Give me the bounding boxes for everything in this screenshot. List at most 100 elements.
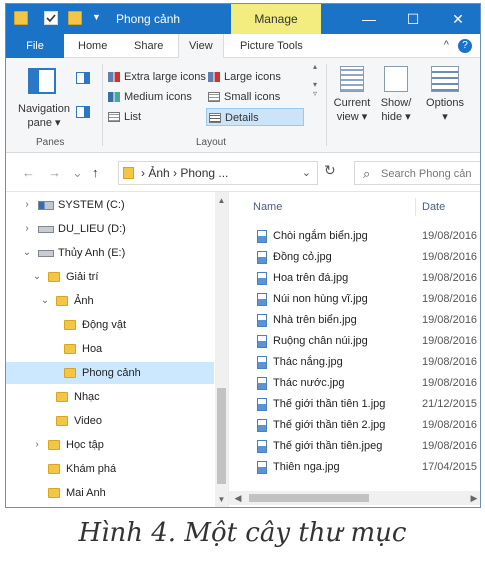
file-row[interactable]: Thác nước.jpg 19/08/2016 [229,373,480,394]
scroll-up-icon[interactable]: ▲ [215,194,228,208]
layout-scroll-icon[interactable]: ▴ ▾ ▿ [310,62,320,124]
tree-item-mai-anh[interactable]: Mai Anh [6,482,214,504]
tab-picture-tools[interactable]: Picture Tools [230,34,313,58]
options-button[interactable]: Options ▾ [420,66,470,124]
tree-item-hoc-tap[interactable]: › Học tập [6,434,214,456]
folder-icon [48,440,60,450]
layout-list[interactable]: List [106,108,141,126]
file-list-scrollbar[interactable]: ◀ ▶ [229,491,480,505]
tree-item-video[interactable]: Video [6,410,214,432]
tab-home[interactable]: Home [68,34,117,58]
scroll-thumb[interactable] [217,388,226,484]
chevron-right-icon[interactable]: › [32,434,42,456]
options-label: Options [426,97,464,109]
path-field[interactable]: › Ảnh › Phong ... ⌄ [118,161,318,185]
scroll-down-icon[interactable]: ▼ [215,493,228,507]
help-icon[interactable]: ? [458,39,472,53]
file-row[interactable]: Chòi ngắm biển.jpg 19/08/2016 [229,226,480,247]
chevron-down-icon[interactable]: ⌄ [302,166,311,179]
chevron-right-icon[interactable]: › [22,218,32,240]
layout-large-icons[interactable]: Large icons [206,68,281,86]
collapse-ribbon-button[interactable]: ^ [444,39,449,51]
file-row[interactable]: Thế giới thần tiên 1.jpg 21/12/2015 [229,394,480,415]
tree-item-thuy-anh-e[interactable]: ⌄ Thủy Anh (E:) [6,242,214,264]
large-icons-icon [208,72,220,82]
file-name: Ruộng chân núi.jpg [273,335,368,347]
tab-view[interactable]: View [178,34,224,58]
file-row[interactable]: Thế giới thần tiên.jpeg 19/08/2016 [229,436,480,457]
current-view-button[interactable]: Current view ▾ [330,66,374,124]
tree-item-anh[interactable]: ⌄ Ảnh [6,290,214,312]
tree-item-nhac[interactable]: Nhạc [6,386,214,408]
minimize-button[interactable]: — [347,4,391,34]
tab-manage[interactable]: Manage [231,4,321,34]
file-row[interactable]: Thác nắng.jpg 19/08/2016 [229,352,480,373]
scroll-right-icon[interactable]: ▶ [467,491,480,505]
layout-group-label: Layout [196,137,227,148]
folder-icon [64,344,76,354]
chevron-down-icon[interactable]: ⌄ [40,290,50,312]
forward-button[interactable]: → [48,165,61,180]
tree-item-du-lieu-d[interactable]: › DU_LIEU (D:) [6,218,214,240]
new-folder-icon[interactable] [68,11,82,25]
file-date: 19/08/2016 [422,314,478,326]
file-row[interactable]: Đồng cỏ.jpg 19/08/2016 [229,247,480,268]
tab-share[interactable]: Share [124,34,173,58]
search-input[interactable] [381,165,480,182]
properties-check-icon[interactable] [44,11,58,25]
chevron-down-icon[interactable]: ⌄ [22,242,32,264]
options-arrow-icon: ▾ [442,111,448,123]
tree-item-hoa[interactable]: Hoa [6,338,214,360]
current-view-label: Current view ▾ [333,97,371,123]
preview-pane-icon[interactable] [76,72,90,84]
navigation-pane-button[interactable]: Navigation pane ▾ [14,102,74,130]
file-date: 19/08/2016 [422,293,478,305]
tree-item-kham-pha[interactable]: Khám phá [6,458,214,480]
tree-item-label: Giải trí [66,271,99,283]
tree-item-system-c[interactable]: › SYSTEM (C:) [6,194,214,216]
layout-extra-large-icons[interactable]: Extra large icons [106,68,206,86]
file-row[interactable]: Núi non hùng vĩ.jpg 19/08/2016 [229,289,480,310]
breadcrumb[interactable]: › Ảnh › Phong ... [141,166,228,180]
recent-locations-button[interactable]: ⌄ [72,165,83,181]
layout-small-icons[interactable]: Small icons [206,88,280,106]
file-row[interactable]: Thiên nga.jpg 17/04/2015 [229,457,480,478]
column-header-name[interactable]: Name [253,196,282,218]
navigation-scrollbar[interactable]: ▲ ▼ [215,192,228,507]
maximize-button[interactable]: ☐ [391,4,435,34]
file-list: Name Date Chòi ngắm biển.jpg 19/08/2016 … [228,192,480,507]
customize-toolbar-arrow-icon[interactable]: ▼ [92,12,101,22]
scroll-thumb[interactable] [249,494,369,502]
file-row[interactable]: Thế giới thần tiên 2.jpg 19/08/2016 [229,415,480,436]
layout-medium-icons[interactable]: Medium icons [106,88,192,106]
column-divider[interactable] [415,198,416,216]
ribbon-view: Navigation pane ▾ Panes Extra large icon… [6,58,480,153]
chevron-down-icon[interactable]: ⌄ [32,266,42,288]
show-hide-button[interactable]: Show/ hide ▾ [374,66,418,124]
up-button[interactable]: ↑ [92,165,99,180]
refresh-button[interactable]: ↻ [324,162,336,179]
tree-item-dong-vat[interactable]: Động vật [6,314,214,336]
column-header-date[interactable]: Date [422,196,445,218]
details-pane-icon[interactable] [76,106,90,118]
tree-item-giai-tri[interactable]: ⌄ Giải trí [6,266,214,288]
file-row[interactable]: Nhà trên biển.jpg 19/08/2016 [229,310,480,331]
tab-file[interactable]: File [6,34,64,58]
layout-label: Extra large icons [124,71,206,83]
scroll-left-icon[interactable]: ◀ [231,491,245,505]
show-hide-label: Show/ hide ▾ [380,97,412,123]
extra-large-icons-icon [108,72,120,82]
chevron-right-icon[interactable]: › [22,194,32,216]
file-row[interactable]: Hoa trên đá.jpg 19/08/2016 [229,268,480,289]
image-file-icon [257,440,267,453]
back-button[interactable]: ← [22,165,35,180]
close-button[interactable]: ✕ [436,4,480,34]
layout-details[interactable]: Details [206,108,304,126]
navigation-pane-icon[interactable] [28,68,56,94]
tree-item-phong-canh[interactable]: Phong cảnh [6,362,214,384]
layout-label: Medium icons [124,91,192,103]
file-row[interactable]: Ruộng chân núi.jpg 19/08/2016 [229,331,480,352]
search-box[interactable]: ⌕ [354,161,480,185]
file-date: 19/08/2016 [422,335,478,347]
tree-item-label: Mai Anh [66,487,106,499]
